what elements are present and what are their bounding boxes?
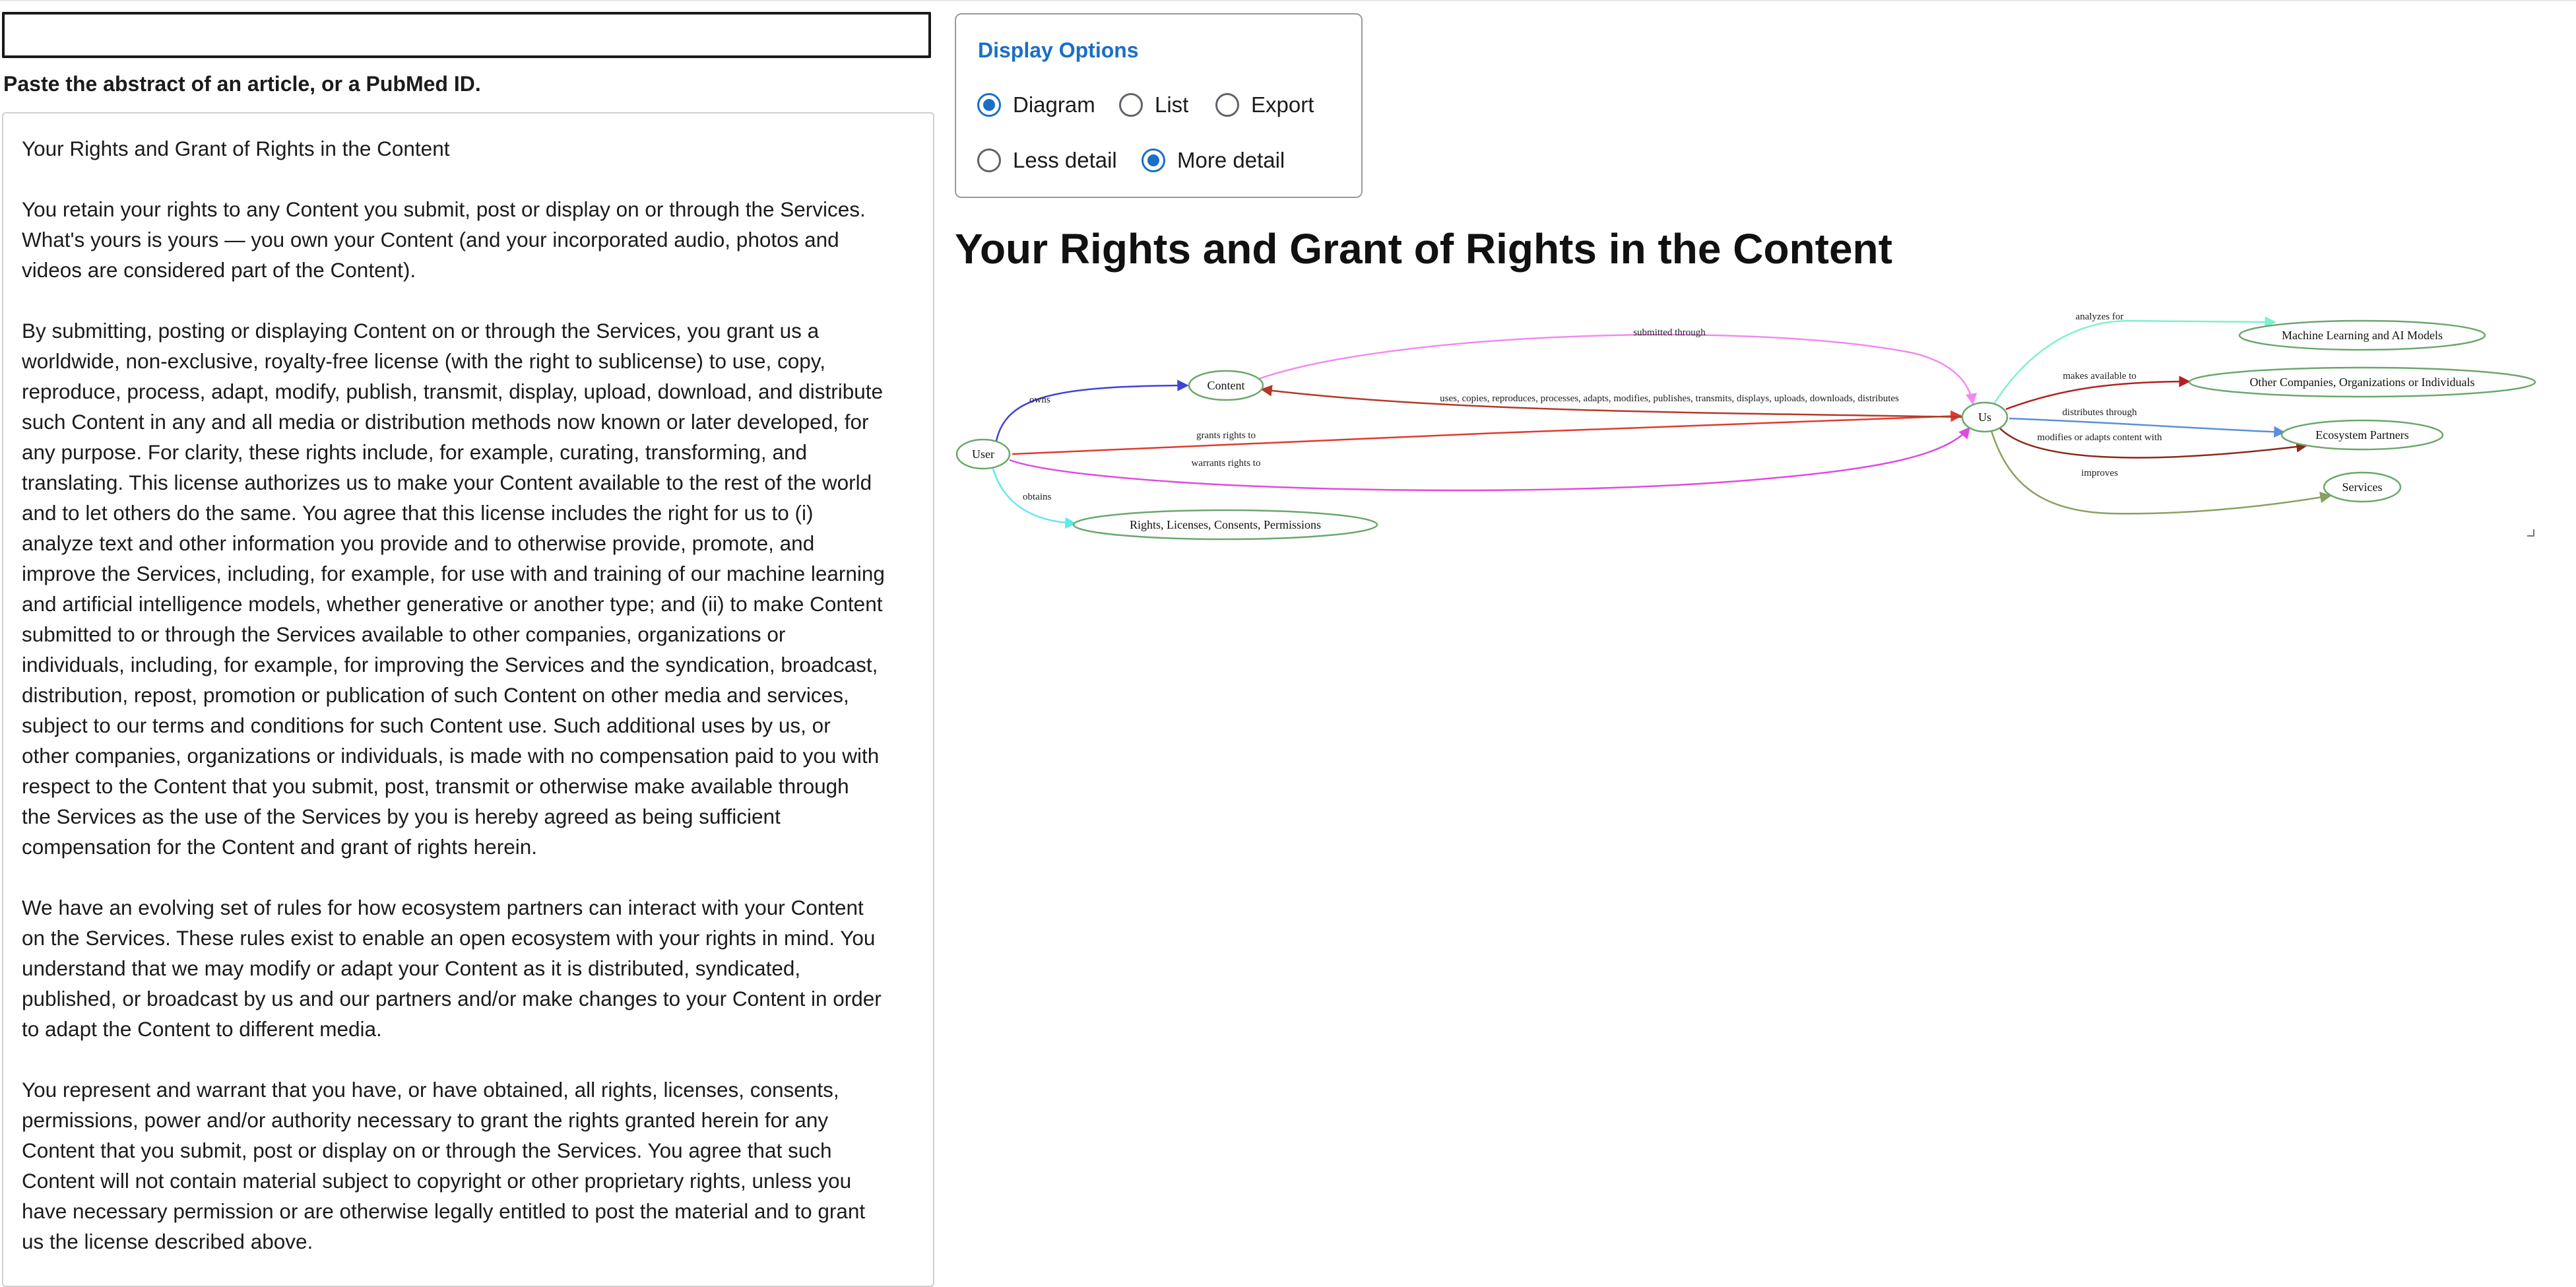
edge-label-submitted: submitted through	[1633, 327, 1706, 338]
node-us[interactable]: Us	[1961, 401, 2009, 433]
abstract-text-area[interactable]: Your Rights and Grant of Rights in the C…	[2, 112, 934, 1287]
edge-grants	[1012, 410, 1962, 455]
radio-diagram-indicator[interactable]	[977, 93, 1001, 117]
radio-list-label: List	[1155, 92, 1189, 117]
edge-label-improves: improves	[2081, 468, 2118, 478]
diagram-resize-handle[interactable]	[2526, 528, 2535, 537]
radio-less-detail[interactable]: Less detail	[977, 148, 1117, 173]
edge-label-uses: uses, copies, reproduces, processes, ada…	[1440, 393, 1899, 404]
radio-more-detail-label: More detail	[1177, 148, 1285, 172]
edge-label-distributes: distributes through	[2063, 407, 2137, 418]
edge-improves	[1990, 430, 2332, 515]
edge-label-warrants: warrants rights to	[1192, 458, 1261, 469]
radio-less-detail-indicator[interactable]	[977, 148, 1001, 172]
abstract-paragraph: We have an evolving set of rules for how…	[22, 896, 882, 1041]
edge-makes	[2005, 376, 2191, 411]
edge-label-analyzes: analyzes for	[2076, 312, 2124, 322]
abstract-paragraph: You represent and warrant that you have,…	[22, 1078, 866, 1253]
radio-export-label: Export	[1251, 92, 1314, 117]
radio-less-detail-label: Less detail	[1013, 148, 1117, 172]
edge-label-obtains: obtains	[1023, 492, 1051, 502]
edge-label-modifies: modifies or adapts content with	[2037, 432, 2162, 443]
radio-more-detail[interactable]: More detail	[1142, 148, 1285, 173]
abstract-id-input[interactable]	[2, 12, 931, 58]
radio-export[interactable]: Export	[1215, 92, 1314, 117]
abstract-paragraph: By submitting, posting or displaying Con…	[22, 319, 885, 859]
radio-export-indicator[interactable]	[1215, 93, 1239, 117]
node-others[interactable]: Other Companies, Organizations or Indivi…	[2188, 366, 2536, 398]
diagram-title: Your Rights and Grant of Rights in the C…	[955, 225, 1892, 273]
node-services-label: Services	[2342, 480, 2383, 494]
top-border	[0, 0, 2576, 1]
node-others-label: Other Companies, Organizations or Indivi…	[2249, 376, 2474, 389]
abstract-title: Your Rights and Grant of Rights in the C…	[22, 137, 450, 160]
radio-list[interactable]: List	[1119, 92, 1188, 117]
node-rights-label: Rights, Licenses, Consents, Permissions	[1130, 518, 1321, 531]
edge-warrants	[1009, 426, 1971, 492]
edge-owns	[995, 380, 1189, 442]
node-rights[interactable]: Rights, Licenses, Consents, Permissions	[1072, 509, 1378, 541]
edge-distributes	[2009, 417, 2286, 438]
edge-label-makes: makes available to	[2063, 371, 2137, 381]
abstract-paragraph: You retain your rights to any Content yo…	[22, 197, 866, 282]
display-options-panel: Display Options Diagram List Export Less…	[955, 13, 1363, 198]
node-eco[interactable]: Ecosystem Partners	[2280, 419, 2444, 451]
node-content[interactable]: Content	[1188, 370, 1264, 401]
node-user[interactable]: User	[955, 438, 1011, 470]
node-ml-label: Machine Learning and AI Models	[2282, 329, 2443, 342]
edge-label-grants: grants rights to	[1196, 430, 1256, 441]
node-services[interactable]: Services	[2323, 471, 2402, 503]
node-ml[interactable]: Machine Learning and AI Models	[2238, 319, 2486, 351]
radio-diagram[interactable]: Diagram	[977, 92, 1095, 117]
node-user-label: User	[972, 447, 994, 461]
input-hint: Paste the abstract of an article, or a P…	[3, 72, 481, 96]
node-eco-label: Ecosystem Partners	[2315, 428, 2408, 442]
radio-diagram-label: Diagram	[1013, 92, 1095, 117]
node-us-label: Us	[1978, 411, 1991, 424]
edge-label-owns: owns	[1029, 395, 1050, 405]
relationship-diagram: owns obtains grants rights to warrants r…	[955, 312, 2536, 541]
display-options-title: Display Options	[978, 38, 1139, 62]
radio-more-detail-indicator[interactable]	[1142, 148, 1165, 172]
radio-list-indicator[interactable]	[1119, 93, 1143, 117]
node-content-label: Content	[1208, 379, 1245, 392]
